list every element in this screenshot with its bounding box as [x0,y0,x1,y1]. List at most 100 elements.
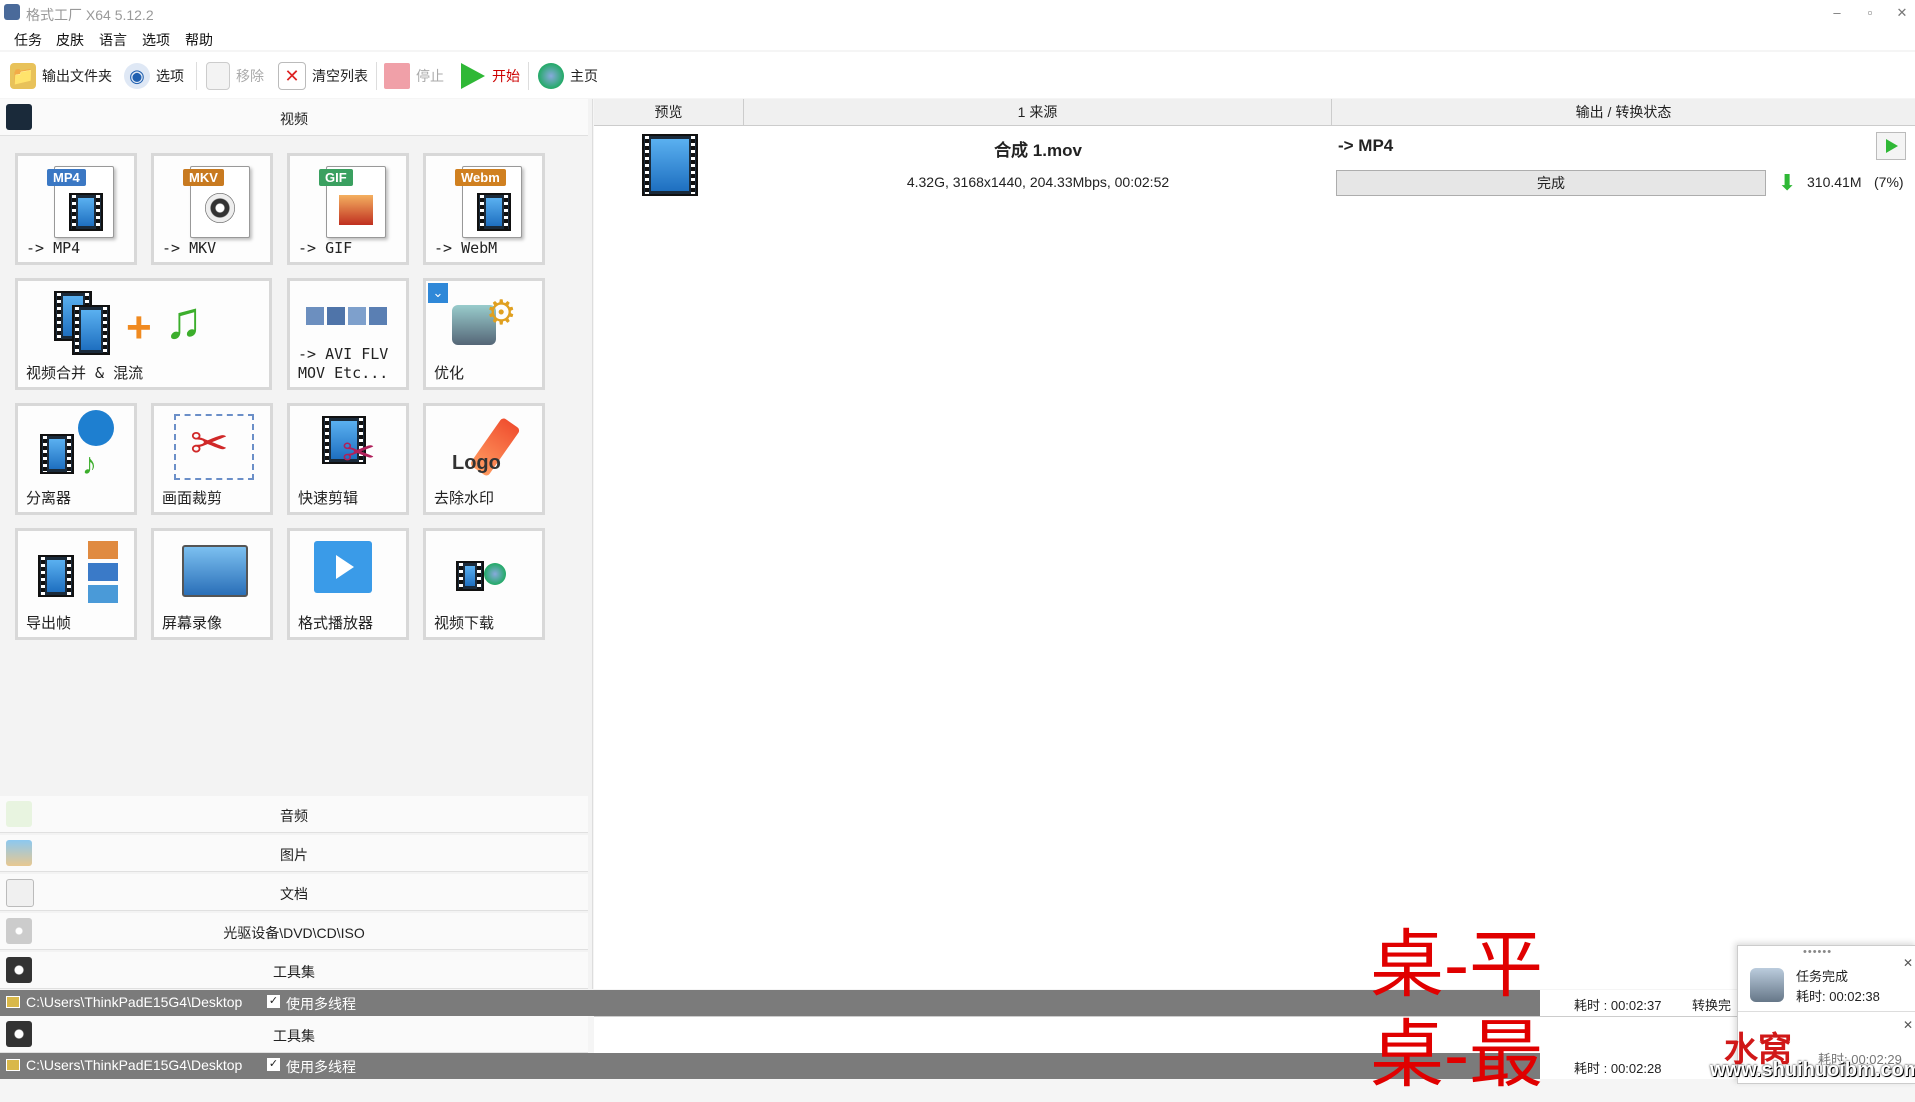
close-icon[interactable]: ✕ [1903,956,1913,970]
category-tools-header[interactable]: 工具集 [0,952,588,989]
status-bar-duplicate: C:\Users\ThinkPadE15G4\Desktop ✓ 使用多线程 耗… [0,1053,1915,1079]
film-icon [38,555,74,597]
screen-record-icon [182,545,248,597]
folder-icon [6,1059,20,1071]
restore-button[interactable]: ▫ [1858,4,1882,22]
lower-list-area [594,1016,1915,1053]
start-button[interactable]: 开始 [458,60,520,92]
after-convert-checkbox[interactable] [1673,996,1685,1008]
tile-video-merge[interactable]: + ♫ 视频合并 & 混流 [15,278,272,390]
menu-skin[interactable]: 皮肤 [56,30,84,50]
source-info: 4.32G, 3168x1440, 204.33Mbps, 00:02:52 [906,174,1170,190]
divider [1738,1011,1915,1012]
tile-screen-record[interactable]: 屏幕录像 [151,528,273,640]
category-image-header[interactable]: 图片 [0,835,588,872]
category-disc-header[interactable]: 光驱设备\DVD\CD\ISO [0,913,588,950]
tile-other-formats[interactable]: -> AVI FLV MOV Etc... [287,278,409,390]
gif-file-icon: GIF [319,166,386,238]
status-bar: C:\Users\ThinkPadE15G4\Desktop ✓ 使用多线程 耗… [0,990,1915,1016]
output-size: 310.41M [1807,174,1862,190]
menu-help[interactable]: 帮助 [185,30,213,50]
window-title: 格式工厂 X64 5.12.2 [26,7,154,23]
watermark-text-2: 桌-最 [1370,1012,1544,1098]
tile-remove-watermark[interactable]: Logo 去除水印 [423,403,545,515]
output-format: -> MP4 [1338,136,1394,155]
menu-language[interactable]: 语言 [99,30,127,50]
category-document-header[interactable]: 文档 [0,874,588,911]
toolbar-separator [196,62,197,90]
output-path[interactable]: C:\Users\ThinkPadE15G4\Desktop [26,1057,242,1073]
elapsed-time: 耗时 : 00:02:28 [1574,1061,1662,1076]
home-globe-icon [538,63,564,89]
menu-options[interactable]: 选项 [142,30,170,50]
options-icon: ◉ [124,63,150,89]
logo-text: Logo [452,452,501,474]
after-convert-checkbox[interactable] [1673,1059,1685,1071]
frame-thumb [88,585,118,603]
play-output-button[interactable] [1876,132,1906,160]
tile-to-webm[interactable]: Webm -> WebM [423,153,545,265]
frame-thumb [88,541,118,559]
tile-to-mkv[interactable]: MKV -> MKV [151,153,273,265]
tile-format-player[interactable]: 格式播放器 [287,528,409,640]
stop-icon [384,63,410,89]
output-folder-button[interactable]: 📁 输出文件夹 [10,60,112,92]
stop-button[interactable]: 停止 [384,60,444,92]
conversion-progress-bar: 完成 [1336,170,1766,196]
category-audio-header[interactable]: 音频 [0,796,588,833]
folder-icon: 📁 [10,63,36,89]
notification-title: 任务完成 [1796,969,1849,984]
column-preview[interactable]: 预览 [594,99,744,126]
tile-quick-cut[interactable]: ✂ 快速剪辑 [287,403,409,515]
plus-icon: + [126,303,152,352]
clear-icon: ✕ [278,62,306,90]
size-down-arrow-icon: ⬇ [1778,170,1797,195]
multithread-label: 使用多线程 [286,1059,356,1075]
tile-splitter[interactable]: ♪ 分离器 [15,403,137,515]
output-path[interactable]: C:\Users\ThinkPadE15G4\Desktop [26,994,242,1010]
film-icon [40,434,74,474]
toolbar-separator [528,62,529,90]
remove-button[interactable]: 移除 [206,60,264,92]
tile-optimize[interactable]: ⌄ ⚙ 优化 [423,278,545,390]
multithread-checkbox[interactable]: ✓ [267,1058,280,1071]
tile-crop[interactable]: ✂ 画面裁剪 [151,403,273,515]
close-icon[interactable]: ✕ [1903,1018,1913,1032]
music-note-icon: ♫ [164,292,203,350]
menu-task[interactable]: 任务 [14,30,42,50]
film-icon [456,561,484,591]
url-watermark: www.shuihuoibm.com [1710,1059,1915,1081]
folder-icon [6,996,20,1008]
tile-export-frames[interactable]: 导出帧 [15,528,137,640]
minimize-button[interactable]: – [1825,4,1849,22]
play-icon [1886,139,1898,153]
column-output[interactable]: 输出 / 转换状态 [1332,99,1915,126]
music-note-icon: ♪ [82,448,97,481]
tile-video-download[interactable]: 视频下载 [423,528,545,640]
toolbar-separator [376,62,377,90]
clear-list-button[interactable]: ✕ 清空列表 [278,60,368,92]
app-logo-icon [1750,968,1784,1002]
close-button[interactable]: ✕ [1890,4,1914,22]
category-video-header[interactable]: 视频 [0,99,588,136]
toolbar: 📁 输出文件夹 ◉ 选项 移除 ✕ 清空列表 停止 开始 主页 [0,52,1915,98]
frame-thumb [88,563,118,581]
chevron-down-icon: ⌄ [428,283,448,303]
column-source[interactable]: 1 来源 [744,99,1332,126]
format-strip-icon [306,307,387,325]
category-panel: 视频 MP4 -> MP4 MKV -> MKV GIF -> GIF Webm… [0,99,593,989]
globe-icon [484,563,506,585]
film-icon [72,305,110,355]
menu-bar: 任务 皮肤 语言 选项 帮助 [0,26,1915,50]
reel-icon [78,410,114,446]
home-button[interactable]: 主页 [538,60,598,92]
gear-icon: ⚙ [486,294,517,332]
category-tools-header-duplicate[interactable]: 工具集 [0,1016,588,1053]
source-filename: 合成 1.mov [994,141,1082,160]
multithread-checkbox[interactable]: ✓ [267,995,280,1008]
tile-to-mp4[interactable]: MP4 -> MP4 [15,153,137,265]
elapsed-time: 耗时 : 00:02:37 [1574,998,1662,1013]
options-button[interactable]: ◉ 选项 [124,60,184,92]
tile-to-gif[interactable]: GIF -> GIF [287,153,409,265]
drag-handle-icon[interactable]: •••••• [1803,946,1832,958]
